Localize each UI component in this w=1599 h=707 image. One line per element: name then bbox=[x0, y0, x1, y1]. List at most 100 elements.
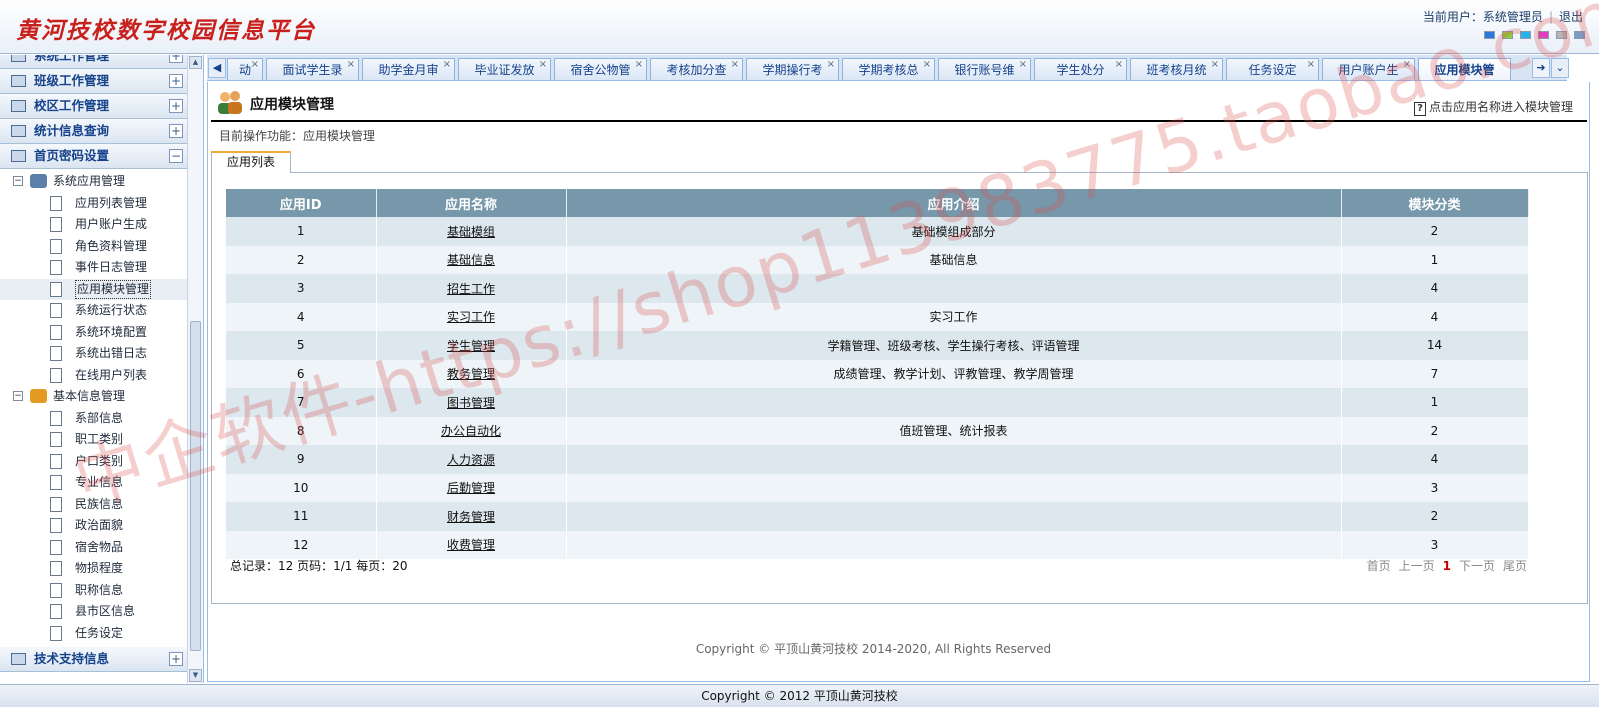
tree-item-label: 应用模块管理 bbox=[75, 279, 152, 299]
close-icon[interactable]: × bbox=[539, 59, 547, 76]
tab-label: 毕业证发放 bbox=[474, 63, 535, 77]
document-icon bbox=[50, 475, 62, 490]
app-name-link[interactable]: 办公自动化 bbox=[441, 424, 501, 438]
section-icon bbox=[11, 55, 26, 62]
tab-item[interactable]: 毕业证发放 × bbox=[458, 58, 551, 80]
scroll-down-icon[interactable]: ▼ bbox=[189, 669, 202, 682]
prev-page-link[interactable]: 上一页 bbox=[1399, 559, 1435, 573]
document-icon bbox=[50, 539, 62, 555]
sidebar-section[interactable]: 首页密码设置 − bbox=[0, 144, 187, 169]
scroll-thumb[interactable] bbox=[190, 321, 201, 651]
tab-label: 班考核月统 bbox=[1146, 63, 1207, 77]
sidebar-section[interactable]: 统计信息查询 + bbox=[0, 119, 187, 144]
app-name-link[interactable]: 实习工作 bbox=[447, 310, 495, 324]
document-icon bbox=[50, 518, 62, 533]
tab-item[interactable]: 动 × bbox=[227, 58, 263, 80]
app-name-link[interactable]: 基础模组 bbox=[447, 225, 495, 239]
next-page-link[interactable]: 下一页 bbox=[1459, 559, 1495, 573]
close-icon[interactable]: × bbox=[1403, 59, 1411, 76]
table-row: 8 办公自动化 值班管理、统计报表 2 bbox=[226, 416, 1529, 445]
tab-item[interactable]: 用户账户生 × bbox=[1322, 58, 1415, 80]
tree-item-label: 系统环境配置 bbox=[75, 324, 148, 339]
close-icon[interactable]: × bbox=[347, 59, 355, 76]
scroll-up-icon[interactable]: ▲ bbox=[189, 56, 202, 69]
sidebar-section[interactable]: 校区工作管理 + bbox=[0, 94, 187, 119]
section-toggle-icon[interactable]: + bbox=[169, 74, 183, 88]
sidebar-tree: − 系统应用管理 应用列表管理 用户账户生成 角色资料管理 事件日志管理 应用模块管理 系统运… bbox=[0, 169, 187, 647]
close-icon[interactable]: × bbox=[827, 59, 835, 76]
sidebar-section[interactable]: 系统工作管理 + bbox=[0, 55, 187, 69]
section-toggle-icon[interactable]: + bbox=[169, 652, 183, 666]
app-name-link[interactable]: 财务管理 bbox=[447, 510, 495, 524]
tree-item-label: 任务设定 bbox=[75, 625, 124, 640]
theme-swatch-icon[interactable] bbox=[1574, 31, 1585, 39]
sidebar-section[interactable]: 班级工作管理 + bbox=[0, 69, 187, 94]
document-icon bbox=[50, 582, 62, 598]
app-name-link[interactable]: 学生管理 bbox=[447, 339, 495, 353]
theme-swatch-icon[interactable] bbox=[1556, 31, 1567, 39]
theme-swatch-icon[interactable] bbox=[1502, 31, 1513, 39]
theme-switcher bbox=[1484, 31, 1585, 39]
current-user-label: 当前用户：系统管理员 bbox=[1422, 10, 1543, 24]
theme-swatch-icon[interactable] bbox=[1520, 31, 1531, 39]
theme-swatch-icon[interactable] bbox=[1538, 31, 1549, 39]
tab-item[interactable]: 班考核月统 × bbox=[1130, 58, 1223, 80]
document-icon bbox=[50, 324, 62, 340]
app-name-link[interactable]: 收费管理 bbox=[447, 538, 495, 552]
current-function: 目前操作功能：应用模块管理 bbox=[219, 129, 376, 143]
help-icon: ? bbox=[1413, 102, 1426, 116]
tab-item[interactable]: 银行账号维 × bbox=[938, 58, 1031, 80]
logout-link[interactable]: 退出 bbox=[1559, 10, 1583, 24]
tab-item[interactable]: 宿舍公物管 × bbox=[554, 58, 647, 80]
close-icon[interactable]: × bbox=[1307, 59, 1315, 76]
close-icon[interactable]: × bbox=[251, 59, 259, 76]
close-icon[interactable]: × bbox=[1019, 59, 1027, 76]
tree-item[interactable]: 应用模块管理 bbox=[0, 278, 187, 300]
app-name-link[interactable]: 教务管理 bbox=[447, 367, 495, 381]
close-icon[interactable]: × bbox=[1211, 59, 1219, 76]
app-name-cell: 招生工作 bbox=[376, 274, 567, 303]
app-name-link[interactable]: 人力资源 bbox=[447, 453, 495, 467]
close-icon[interactable]: × bbox=[923, 59, 931, 76]
title-divider bbox=[211, 120, 1587, 122]
close-icon[interactable]: × bbox=[1115, 59, 1123, 76]
tab-item[interactable]: 面试学生录 × bbox=[266, 58, 359, 80]
tab-item[interactable]: 助学金月审 × bbox=[362, 58, 455, 80]
app-name-link[interactable]: 图书管理 bbox=[447, 396, 495, 410]
tab-item[interactable]: 学期操行考 × bbox=[746, 58, 839, 80]
tab-app-list[interactable]: 应用列表 bbox=[211, 151, 291, 173]
app-header: 黄河技校数字校园信息平台 当前用户：系统管理员 | 退出 bbox=[0, 0, 1599, 54]
tab-item[interactable]: 应用模块管 bbox=[1418, 58, 1511, 80]
app-id-cell: 1 bbox=[226, 217, 377, 246]
app-name-link[interactable]: 招生工作 bbox=[447, 282, 495, 296]
tab-item[interactable]: 学生处分 × bbox=[1034, 58, 1127, 80]
tab-scroll-left-icon[interactable]: ◀ bbox=[208, 58, 226, 78]
table-row: 10 后勤管理 3 bbox=[226, 473, 1529, 502]
tab-label: 学生处分 bbox=[1056, 63, 1105, 77]
section-toggle-icon[interactable]: + bbox=[169, 99, 183, 113]
sidebar-section[interactable]: 技术支持信息 + bbox=[0, 647, 187, 672]
theme-swatch-icon[interactable] bbox=[1484, 31, 1495, 39]
tab-item[interactable]: 学期考核总 × bbox=[842, 58, 935, 80]
section-icon bbox=[11, 75, 26, 87]
tab-scroll-right-icon[interactable]: ➜ bbox=[1532, 58, 1550, 78]
tree-toggle-icon[interactable]: − bbox=[13, 176, 23, 186]
app-name-cell: 办公自动化 bbox=[376, 416, 567, 445]
tree-toggle-icon[interactable]: − bbox=[13, 391, 23, 401]
tab-list-icon[interactable]: ⌄ bbox=[1551, 58, 1569, 78]
close-icon[interactable]: × bbox=[443, 59, 451, 76]
sidebar-scrollbar[interactable]: ▲ ▼ bbox=[187, 55, 203, 683]
first-page-link[interactable]: 首页 bbox=[1367, 559, 1391, 573]
tab-item[interactable]: 任务设定 × bbox=[1226, 58, 1319, 80]
table-row: 6 教务管理 成绩管理、教学计划、评教管理、教学周管理 7 bbox=[226, 359, 1529, 388]
app-name-link[interactable]: 基础信息 bbox=[447, 253, 495, 267]
app-name-link[interactable]: 后勤管理 bbox=[447, 481, 495, 495]
close-icon[interactable]: × bbox=[731, 59, 739, 76]
section-toggle-icon[interactable]: − bbox=[169, 149, 183, 163]
close-icon[interactable]: × bbox=[635, 59, 643, 76]
section-toggle-icon[interactable]: + bbox=[169, 55, 183, 63]
last-page-link[interactable]: 尾页 bbox=[1503, 559, 1527, 573]
table-row: 12 收费管理 3 bbox=[226, 530, 1529, 559]
section-toggle-icon[interactable]: + bbox=[169, 124, 183, 138]
tab-item[interactable]: 考核加分查 × bbox=[650, 58, 743, 80]
